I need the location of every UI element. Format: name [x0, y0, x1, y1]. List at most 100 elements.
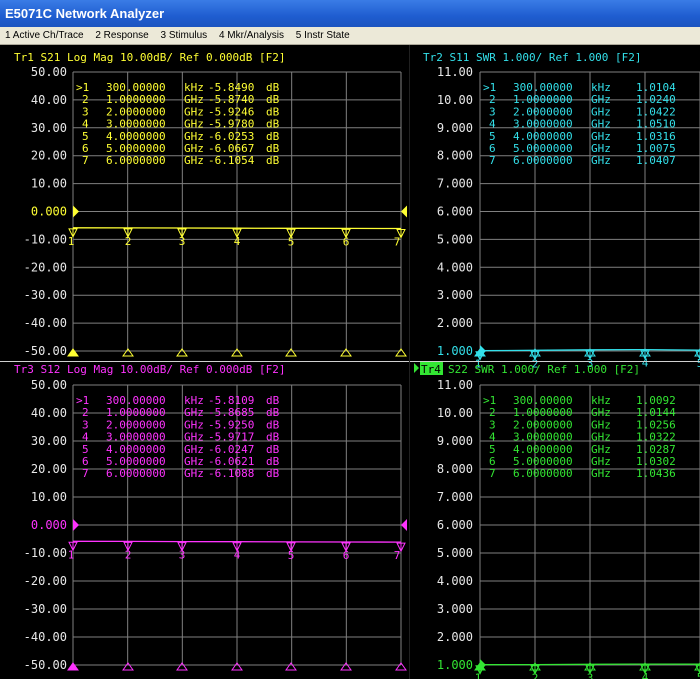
- trace-display[interactable]: Tr1 S21 Log Mag 10.00dB/ Ref 0.000dB [F2…: [0, 45, 700, 679]
- trace-panel-tr1[interactable]: Tr1 S21 Log Mag 10.00dB/ Ref 0.000dB [F2…: [14, 51, 407, 358]
- y-tick-label: 4.000: [437, 260, 473, 274]
- y-tick-label: 10.00: [31, 177, 67, 191]
- marker-readout-vunit: dB: [266, 443, 280, 456]
- ref-level-arrow-icon[interactable]: [73, 205, 79, 218]
- marker-number: 1: [68, 548, 75, 561]
- marker-readout-num: >1: [483, 394, 496, 407]
- marker-readout-unit: GHz: [591, 431, 611, 444]
- marker-readout-freq: 4.0000000: [513, 130, 573, 143]
- marker-readout-value: -6.1054: [208, 154, 255, 167]
- y-tick-label: 1.000: [437, 658, 473, 672]
- trace-panel-tr3[interactable]: Tr3 S12 Log Mag 10.00dB/ Ref 0.000dB [F2…: [14, 363, 407, 672]
- marker-number: 3: [179, 235, 186, 248]
- y-tick-label: -40.00: [24, 630, 67, 644]
- y-tick-label: 5.000: [437, 546, 473, 560]
- marker-readout-freq: 2.0000000: [106, 105, 166, 118]
- y-tick-label: 4.000: [437, 574, 473, 588]
- marker-readout-unit: GHz: [184, 118, 204, 131]
- marker-readout-freq: 3.0000000: [513, 431, 573, 444]
- active-trace-label: Tr4: [421, 363, 441, 376]
- menu-item-stimulus[interactable]: 3 Stimulus: [156, 27, 212, 44]
- marker-readout-num: 2: [82, 406, 89, 419]
- y-tick-label: 6.000: [437, 518, 473, 532]
- trace-line[interactable]: [72, 227, 402, 230]
- marker-readout-vunit: dB: [266, 431, 280, 444]
- menu-item-response[interactable]: 2 Response: [90, 27, 152, 44]
- trace-header: Tr3 S12 Log Mag 10.00dB/ Ref 0.000dB [F2…: [14, 363, 286, 376]
- trace-markers[interactable]: 1 2 3 4 5 6 7: [68, 228, 406, 249]
- marker-readout-unit: GHz: [184, 418, 204, 431]
- y-tick-label: 30.00: [31, 434, 67, 448]
- y-tick-label: 50.00: [31, 378, 67, 392]
- ref-level-arrow-icon[interactable]: [73, 519, 79, 531]
- stimulus-marker-icon: [285, 348, 297, 357]
- marker-readout-num: 4: [489, 118, 496, 131]
- marker-readout-freq: 6.0000000: [513, 467, 573, 480]
- marker-readout-num: 2: [82, 93, 89, 106]
- y-tick-label: 30.00: [31, 121, 67, 135]
- y-tick-label: 10.00: [437, 93, 473, 107]
- marker-number: 7: [394, 236, 401, 249]
- marker-readout-value: -5.9250: [208, 418, 254, 431]
- marker-readout-unit: GHz: [184, 154, 204, 167]
- window-title: E5071C Network Analyzer: [5, 6, 165, 21]
- trace-panel-tr2[interactable]: Tr2 S11 SWR 1.000/ Ref 1.000 [F2]11.00 10…: [423, 51, 700, 371]
- marker-number: 1: [475, 672, 482, 679]
- marker-readout-vunit: dB: [266, 154, 280, 167]
- y-tick-label: 50.00: [31, 65, 67, 79]
- marker-readout-unit: GHz: [591, 93, 611, 106]
- marker-readout-num: >1: [483, 81, 496, 94]
- y-tick-label: 6.000: [437, 205, 473, 219]
- active-trace-indicator[interactable]: Tr4: [414, 362, 443, 376]
- marker-readout-num: 6: [82, 142, 89, 155]
- y-tick-label: -50.00: [24, 658, 67, 672]
- y-tick-label: 8.000: [437, 462, 473, 476]
- marker-readout-unit: GHz: [184, 455, 204, 468]
- marker-readout-value: 1.0240: [636, 93, 676, 106]
- y-tick-label: 3.000: [437, 602, 473, 616]
- marker-readout-value: 1.0422: [636, 105, 676, 118]
- y-tick-label: -10.00: [24, 546, 67, 560]
- marker-readout-num: 6: [82, 455, 89, 468]
- marker-readout-unit: GHz: [184, 467, 204, 480]
- marker-readout-num: 2: [489, 93, 496, 106]
- marker-readout-vunit: dB: [266, 418, 280, 431]
- marker-readout-unit: GHz: [184, 431, 204, 444]
- marker-readout-value: -5.9246: [208, 105, 254, 118]
- marker-readout-table: >1 300.00000 kHz 1.0092 2 1.0000000 GHz 1.0144 3…: [483, 394, 676, 480]
- stimulus-marker-icon: [67, 348, 79, 357]
- window-title-bar[interactable]: E5071C Network Analyzer: [0, 0, 700, 27]
- marker-readout-table: >1 300.00000 kHz -5.8109 dB 2 1.0000000 GHz -5.8…: [76, 394, 280, 480]
- trace-line[interactable]: [479, 663, 700, 666]
- marker-readout-vunit: dB: [266, 93, 280, 106]
- marker-readout-num: 6: [489, 455, 496, 468]
- ref-level-arrow-right-icon: [401, 205, 407, 218]
- marker-readout-value: 1.0302: [636, 455, 676, 468]
- marker-number: 1: [68, 235, 75, 248]
- marker-readout-unit: GHz: [591, 130, 611, 143]
- marker-readout-unit: GHz: [591, 418, 611, 431]
- marker-readout-value: -5.8685: [208, 406, 254, 419]
- y-tick-label: 9.000: [437, 434, 473, 448]
- menu-item-active-ch-trace[interactable]: 1 Active Ch/Trace: [0, 27, 88, 44]
- marker-readout-value: -6.1088: [208, 467, 254, 480]
- marker-readout-num: 4: [82, 431, 89, 444]
- marker-readout-num: 3: [489, 418, 496, 431]
- menu-item-mkr-analysis[interactable]: 4 Mkr/Analysis: [214, 27, 288, 44]
- trace-panel-tr4[interactable]: Tr4 S22 SWR 1.000/ Ref 1.000 [F2] 11.00 10.…: [414, 362, 700, 679]
- marker-number: 3: [587, 671, 594, 679]
- trace-markers[interactable]: 1 2 3 4 5 6 7: [68, 541, 406, 562]
- measurement-screen[interactable]: Tr1 S21 Log Mag 10.00dB/ Ref 0.000dB [F2…: [0, 45, 700, 679]
- marker-readout-value: 1.0510: [636, 118, 676, 131]
- marker-readout-value: 1.0256: [636, 418, 676, 431]
- y-tick-label: 11.00: [437, 65, 473, 79]
- y-tick-label: -50.00: [24, 344, 67, 358]
- marker-readout-unit: kHz: [184, 394, 204, 407]
- marker-readout-num: 5: [489, 443, 496, 456]
- marker-readout-num: 7: [82, 467, 89, 480]
- menu-item-instr-state[interactable]: 5 Instr State: [291, 27, 354, 44]
- marker-readout-freq: 1.0000000: [513, 406, 573, 419]
- marker-readout-num: 6: [489, 142, 496, 155]
- trace-line[interactable]: [72, 540, 402, 543]
- marker-readout-freq: 5.0000000: [513, 455, 573, 468]
